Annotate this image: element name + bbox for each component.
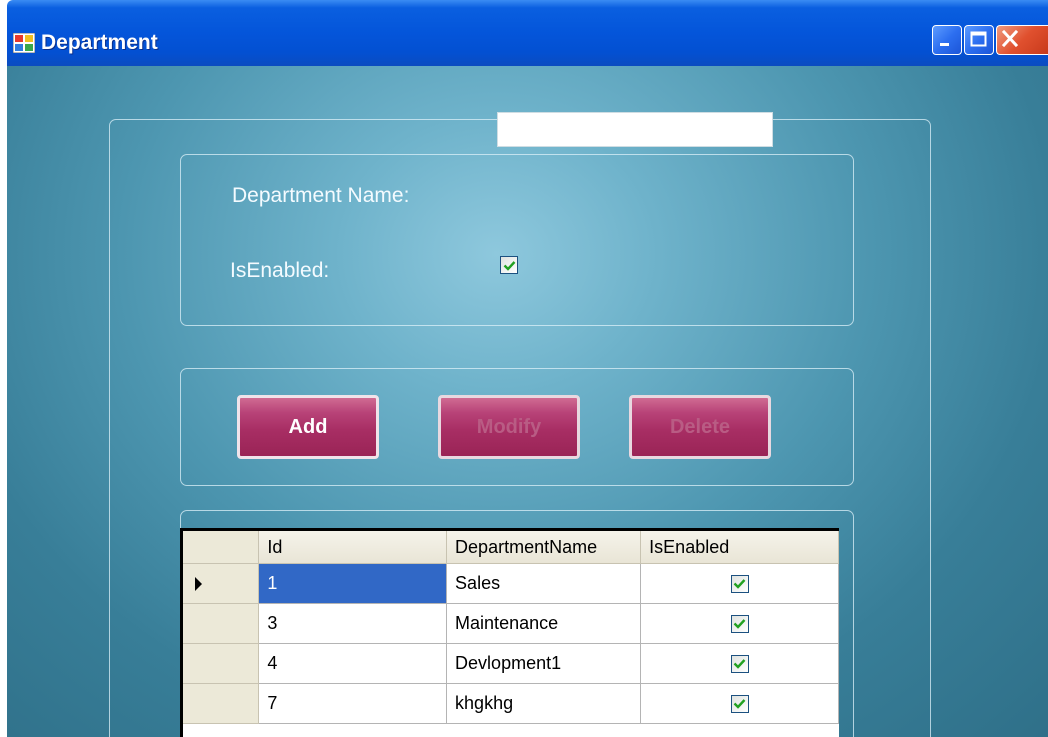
- checkmark-icon: [733, 659, 746, 669]
- cell-id[interactable]: 7: [258, 683, 448, 724]
- row-header[interactable]: [183, 603, 260, 644]
- cell-is-enabled[interactable]: [640, 643, 839, 684]
- column-header-department-name[interactable]: DepartmentName: [446, 531, 642, 564]
- table-row[interactable]: 3 Maintenance: [183, 603, 839, 644]
- current-row-arrow-icon: [195, 576, 202, 591]
- cell-department-name[interactable]: Maintenance: [446, 603, 642, 644]
- department-grid[interactable]: Id DepartmentName IsEnabled 1 Sales 3 Ma…: [180, 528, 839, 737]
- department-window: Department Department Name: IsEnabled: A…: [7, 0, 1048, 737]
- row-enabled-checkbox[interactable]: [730, 654, 749, 673]
- row-enabled-checkbox[interactable]: [730, 614, 749, 633]
- grid-header-row: Id DepartmentName IsEnabled: [183, 531, 839, 564]
- cell-id[interactable]: 3: [258, 603, 448, 644]
- cell-department-name[interactable]: khgkhg: [446, 683, 642, 724]
- row-header[interactable]: [183, 563, 260, 604]
- cell-department-name[interactable]: Sales: [446, 563, 642, 604]
- cell-id[interactable]: 4: [258, 643, 448, 684]
- table-row[interactable]: 7 khgkhg: [183, 683, 839, 724]
- modify-button[interactable]: Modify: [438, 395, 580, 459]
- details-groupbox: [180, 154, 854, 326]
- cell-is-enabled[interactable]: [640, 603, 839, 644]
- cell-department-name[interactable]: Devlopment1: [446, 643, 642, 684]
- checkmark-icon: [733, 619, 746, 629]
- is-enabled-checkbox[interactable]: [500, 256, 518, 274]
- window-title: Department: [41, 31, 158, 54]
- minimize-button[interactable]: [932, 25, 962, 55]
- add-button[interactable]: Add: [237, 395, 379, 459]
- close-button[interactable]: [996, 25, 1048, 55]
- checkmark-icon: [503, 260, 515, 271]
- cell-id[interactable]: 1: [258, 563, 448, 604]
- checkmark-icon: [733, 579, 746, 589]
- row-header[interactable]: [183, 643, 260, 684]
- is-enabled-label: IsEnabled:: [230, 259, 330, 282]
- cell-is-enabled[interactable]: [640, 683, 839, 724]
- column-header-id[interactable]: Id: [258, 531, 448, 564]
- row-header[interactable]: [183, 683, 260, 724]
- checkmark-icon: [733, 699, 746, 709]
- delete-button[interactable]: Delete: [629, 395, 771, 459]
- row-enabled-checkbox[interactable]: [730, 694, 749, 713]
- title-bar[interactable]: Department: [7, 0, 1048, 66]
- table-row[interactable]: 4 Devlopment1: [183, 643, 839, 684]
- app-window-icon: [12, 32, 36, 54]
- row-header-corner: [183, 531, 260, 564]
- department-name-label: Department Name:: [232, 184, 410, 207]
- row-enabled-checkbox[interactable]: [730, 574, 749, 593]
- maximize-button[interactable]: [964, 25, 994, 55]
- cell-is-enabled[interactable]: [640, 563, 839, 604]
- column-header-is-enabled[interactable]: IsEnabled: [640, 531, 839, 564]
- client-area: Department Name: IsEnabled: Add Modify D…: [7, 66, 1048, 737]
- department-name-input[interactable]: [497, 112, 773, 147]
- table-row[interactable]: 1 Sales: [183, 563, 839, 604]
